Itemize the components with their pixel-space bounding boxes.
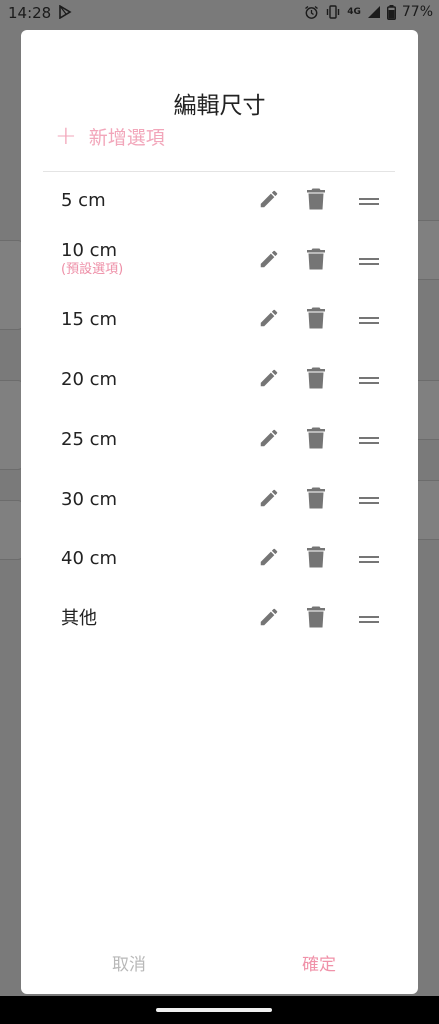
pencil-icon[interactable] <box>258 188 280 214</box>
size-option-label: 其他 <box>61 607 97 629</box>
status-icons: 4G 77% <box>304 4 433 20</box>
size-option-text: 30 cm <box>61 489 117 511</box>
size-option-text: 20 cm <box>61 369 117 391</box>
trash-icon[interactable] <box>306 487 326 513</box>
status-time: 14:28 <box>8 4 52 22</box>
trash-icon[interactable] <box>306 188 326 214</box>
drag-handle-icon[interactable] <box>359 609 379 628</box>
confirm-button[interactable]: 確定 <box>302 950 336 975</box>
pencil-icon[interactable] <box>258 427 280 453</box>
home-gesture-handle[interactable] <box>156 1008 272 1012</box>
size-option-row[interactable]: 25 cm <box>21 410 418 470</box>
pencil-icon[interactable] <box>258 546 280 572</box>
trash-icon[interactable] <box>306 307 326 333</box>
size-option-text: 其他 <box>61 608 97 630</box>
size-option-row[interactable]: 40 cm <box>21 529 418 589</box>
drag-handle-icon[interactable] <box>359 430 379 449</box>
battery-icon <box>386 4 396 20</box>
size-option-label: 30 cm <box>61 488 118 510</box>
navigation-bar <box>0 996 439 1024</box>
drag-handle-icon[interactable] <box>359 371 379 390</box>
size-option-text: 10 cm (預設選項) <box>61 240 123 278</box>
dialog-title: 編輯尺寸 <box>173 93 266 119</box>
size-option-row[interactable]: 30 cm <box>21 470 418 530</box>
size-option-row[interactable]: 20 cm <box>21 350 418 410</box>
signal-icon <box>367 6 380 18</box>
edit-size-dialog: 編輯尺寸 + 新增選項 5 cm 10 cm (預設選項) 15 cm 20 cm 25 … <box>21 30 418 994</box>
trash-icon[interactable] <box>306 546 326 572</box>
pencil-icon[interactable] <box>258 307 280 333</box>
drag-handle-icon[interactable] <box>359 251 379 270</box>
battery-percent: 77% <box>401 4 433 20</box>
trash-icon[interactable] <box>306 606 326 632</box>
pencil-icon[interactable] <box>258 367 280 393</box>
default-option-note: (預設選項) <box>61 261 124 277</box>
size-option-text: 15 cm <box>61 309 117 331</box>
drag-handle-icon[interactable] <box>359 192 379 211</box>
size-option-row[interactable]: 其他 <box>21 589 418 649</box>
pencil-icon[interactable] <box>258 487 280 513</box>
alarm-icon <box>305 5 319 19</box>
drag-handle-icon[interactable] <box>359 490 379 509</box>
size-option-row[interactable]: 5 cm <box>21 171 418 231</box>
size-option-label: 5 cm <box>61 190 106 211</box>
trash-icon[interactable] <box>306 248 326 274</box>
plus-icon: + <box>55 121 77 151</box>
pencil-icon[interactable] <box>258 606 280 632</box>
size-option-label: 20 cm <box>61 369 118 391</box>
add-option-button[interactable]: + 新增選項 <box>55 122 165 150</box>
size-option-label: 40 cm <box>61 548 118 570</box>
drag-handle-icon[interactable] <box>359 550 379 569</box>
vibrate-icon <box>327 5 340 19</box>
cancel-button[interactable]: 取消 <box>112 950 146 975</box>
size-option-label: 15 cm <box>61 309 118 331</box>
size-option-label: 10 cm <box>61 239 118 261</box>
trash-icon[interactable] <box>306 427 326 453</box>
network-type: 4G <box>347 7 361 17</box>
status-bar: 14:28 4G 77% <box>0 0 439 26</box>
size-option-row[interactable]: 15 cm <box>21 290 418 350</box>
drag-handle-icon[interactable] <box>359 311 379 330</box>
trash-icon[interactable] <box>306 367 326 393</box>
size-option-label: 25 cm <box>61 428 118 450</box>
size-option-text: 5 cm <box>61 190 106 212</box>
add-option-label: 新增選項 <box>88 126 165 149</box>
pencil-icon[interactable] <box>258 248 280 274</box>
play-store-icon <box>59 5 72 19</box>
size-option-text: 25 cm <box>61 429 117 451</box>
size-option-text: 40 cm <box>61 548 117 570</box>
size-option-row[interactable]: 10 cm (預設選項) <box>21 231 418 291</box>
